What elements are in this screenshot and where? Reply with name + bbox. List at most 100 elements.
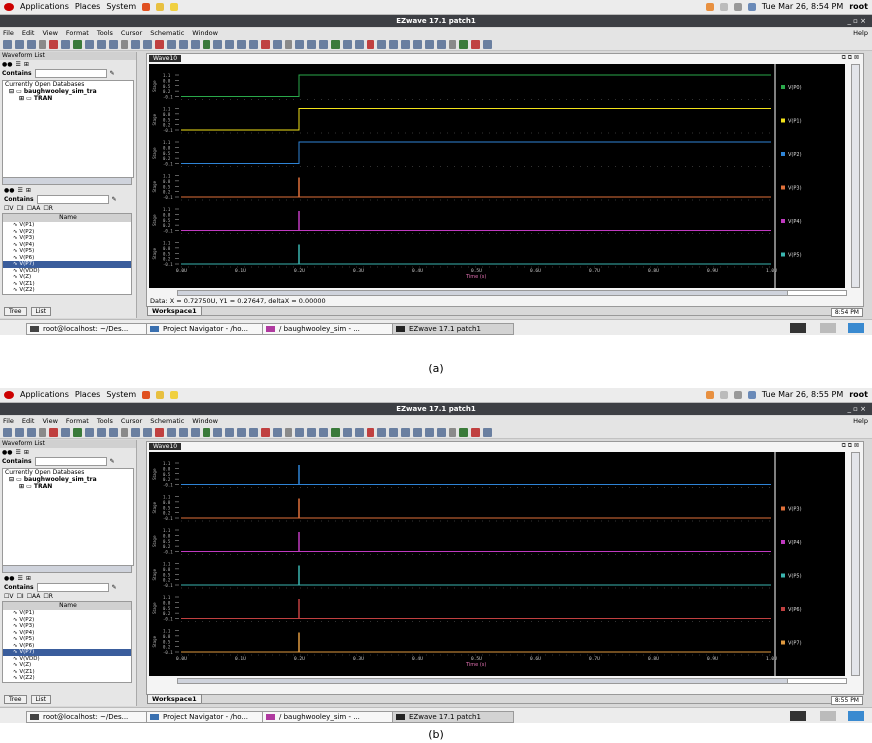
waveform-plot[interactable]: 1.1 0.8 0.5 0.2 -0.1 Stage V(P0) 1.1 0.8 0.5 0.2 -0… [149, 64, 845, 288]
user-name[interactable]: root [849, 390, 868, 399]
toolbar-button-34[interactable] [389, 427, 398, 437]
filter-v-checkbox[interactable]: ☐V [4, 592, 13, 601]
vertical-scrollbar[interactable] [851, 452, 860, 676]
filter-i-checkbox[interactable]: ☐I [16, 592, 23, 601]
system-menu[interactable]: System [106, 390, 136, 399]
menu-edit[interactable]: Edit [22, 416, 35, 426]
toolbar-button-7[interactable] [73, 39, 82, 49]
toolbar-button-14[interactable] [155, 39, 164, 49]
menu-cursor[interactable]: Cursor [121, 28, 142, 38]
toolbar-button-27[interactable] [307, 39, 316, 49]
task-button[interactable]: Project Navigator - /ho... [146, 711, 272, 723]
workspace-tab[interactable]: Workspace1 [147, 694, 202, 704]
menu-file[interactable]: File [3, 416, 14, 426]
display-icon[interactable] [747, 390, 756, 399]
toolbar-button-20[interactable] [225, 39, 234, 49]
clock[interactable]: Tue Mar 26, 8:54 PM [762, 2, 843, 11]
toolbar-button-5[interactable] [49, 427, 58, 437]
menu-schematic[interactable]: Schematic [150, 416, 184, 426]
toolbar-button-23[interactable] [261, 427, 270, 437]
toolbar-button-6[interactable] [61, 427, 70, 437]
toolbar-button-8[interactable] [85, 427, 94, 437]
wave-window-controls[interactable]: ⧉ ⧉ ⊠ [842, 54, 859, 62]
eraser-icon[interactable]: ✎ [112, 195, 117, 204]
menu-schematic[interactable]: Schematic [150, 28, 184, 38]
signal-item[interactable]: ∿ V(Z2) [3, 675, 131, 682]
toolbar-button-26[interactable] [295, 39, 304, 49]
toolbar-button-29[interactable] [331, 39, 340, 49]
filter-v-checkbox[interactable]: ☐V [4, 204, 13, 213]
toolbar-button-34[interactable] [389, 39, 398, 49]
notes-icon[interactable] [170, 2, 179, 11]
menu-help[interactable]: Help [853, 416, 868, 426]
toolbar-button-10[interactable] [109, 427, 118, 437]
system-menu[interactable]: System [106, 2, 136, 11]
toolbar-button-30[interactable] [343, 39, 352, 49]
menu-window[interactable]: Window [192, 416, 218, 426]
notes-icon[interactable] [170, 390, 179, 399]
tab-list[interactable]: List [30, 695, 52, 704]
toolbar-button-39[interactable] [449, 427, 456, 437]
menu-format[interactable]: Format [66, 416, 89, 426]
toolbar-button-32[interactable] [367, 427, 374, 437]
places-menu[interactable]: Places [75, 390, 100, 399]
toolbar-button-1[interactable] [3, 39, 12, 49]
legend-scrollbar[interactable] [787, 290, 847, 296]
toolbar-button-39[interactable] [449, 39, 456, 49]
expand-icon[interactable]: ⊞ [24, 60, 29, 69]
menu-tools[interactable]: Tools [97, 28, 113, 38]
menu-window[interactable]: Window [192, 28, 218, 38]
contains-input[interactable] [34, 69, 107, 78]
firefox-icon[interactable] [142, 2, 151, 11]
binoculars-icon[interactable]: ●● [2, 60, 12, 69]
list-view-icon[interactable]: ☰ [17, 574, 22, 583]
toolbar-button-35[interactable] [401, 427, 410, 437]
tray-icon[interactable] [820, 711, 836, 721]
expand-icon[interactable]: ⊞ [26, 186, 31, 195]
toolbar-button-3[interactable] [27, 427, 36, 437]
workspace-tab[interactable]: Workspace1 [147, 306, 202, 316]
tab-tree[interactable]: Tree [4, 307, 27, 316]
toolbar-button-17[interactable] [191, 427, 200, 437]
menu-format[interactable]: Format [66, 28, 89, 38]
eraser-icon[interactable]: ✎ [110, 69, 115, 78]
toolbar-button-11[interactable] [121, 39, 128, 49]
menu-view[interactable]: View [42, 416, 57, 426]
binoculars-icon[interactable]: ●● [2, 448, 12, 457]
places-menu[interactable]: Places [75, 2, 100, 11]
toolbar-button-35[interactable] [401, 39, 410, 49]
tran-item[interactable]: ⊞ ▭ TRAN [3, 483, 133, 490]
task-button[interactable]: EZwave 17.1 patch1 [392, 711, 514, 723]
binoculars-icon[interactable]: ●● [4, 186, 14, 195]
toolbar-button-21[interactable] [237, 427, 246, 437]
toolbar-button-1[interactable] [3, 427, 12, 437]
database-item[interactable]: ⊟ ▭ baughwooley_sim_tra [3, 88, 133, 95]
menu-file[interactable]: File [3, 28, 14, 38]
toolbar-button-42[interactable] [483, 39, 492, 49]
toolbar-button-16[interactable] [179, 39, 188, 49]
applications-menu[interactable]: Applications [20, 390, 69, 399]
window-controls[interactable]: _ ▫ × [847, 403, 866, 415]
menu-tools[interactable]: Tools [97, 416, 113, 426]
filter-aa-checkbox[interactable]: ☐AA [27, 204, 41, 213]
tab-tree[interactable]: Tree [4, 695, 27, 704]
tray-icon[interactable] [790, 323, 806, 333]
contains-input[interactable] [36, 195, 109, 204]
tran-item[interactable]: ⊞ ▭ TRAN [3, 95, 133, 102]
toolbar-button-24[interactable] [273, 427, 282, 437]
toolbar-button-19[interactable] [213, 427, 222, 437]
tree-scrollbar[interactable] [2, 565, 132, 573]
applications-menu[interactable]: Applications [20, 2, 69, 11]
toolbar-button-15[interactable] [167, 427, 176, 437]
wave-window-controls[interactable]: ⧉ ⧉ ⊠ [842, 442, 859, 450]
filter-r-checkbox[interactable]: ☐R [43, 592, 53, 601]
toolbar-button-5[interactable] [49, 39, 58, 49]
task-button[interactable]: / baughwooley_sim - ... [262, 711, 402, 723]
volume-icon[interactable] [733, 2, 742, 11]
horizontal-scrollbar[interactable] [177, 290, 817, 296]
legend-scrollbar[interactable] [787, 678, 847, 684]
fedora-icon[interactable] [4, 2, 14, 11]
toolbar-button-13[interactable] [143, 427, 152, 437]
database-item[interactable]: ⊟ ▭ baughwooley_sim_tra [3, 476, 133, 483]
toolbar-button-16[interactable] [179, 427, 188, 437]
